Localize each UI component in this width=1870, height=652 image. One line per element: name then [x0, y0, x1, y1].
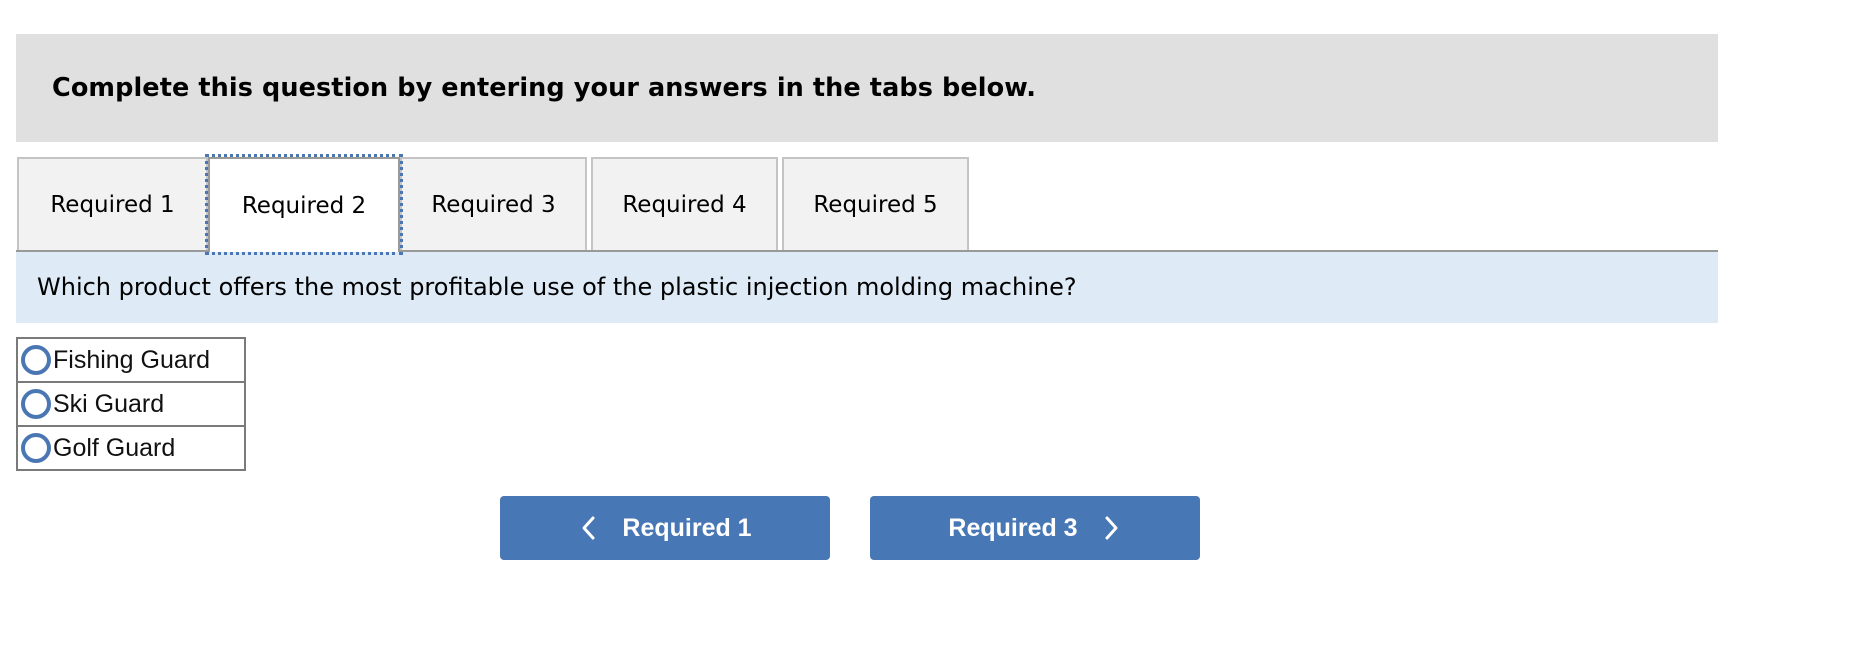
option-label: Ski Guard: [53, 389, 165, 418]
option-label: Fishing Guard: [53, 345, 211, 374]
option-label: Golf Guard: [53, 433, 176, 462]
instruction-text: Complete this question by entering your …: [52, 73, 1037, 103]
question-text: Which product offers the most profitable…: [37, 273, 1077, 301]
tab-bar: Required 1 Required 2 Required 3 Require…: [16, 154, 1718, 255]
next-button-label: Required 3: [948, 513, 1078, 542]
option-row: Golf Guard: [16, 425, 246, 471]
prev-button-label: Required 1: [622, 513, 752, 542]
tab-required-3[interactable]: Required 3: [400, 157, 587, 250]
option-row: Fishing Guard: [16, 337, 246, 383]
option-row: Ski Guard: [16, 381, 246, 427]
answer-options: Fishing Guard Ski Guard Golf Guard: [16, 337, 246, 471]
tab-label: Required 2: [241, 192, 367, 219]
tab-label: Required 1: [50, 191, 175, 218]
chevron-left-icon: [578, 515, 600, 541]
tab-required-1[interactable]: Required 1: [17, 157, 208, 250]
option-ski-guard[interactable]: Ski Guard: [18, 383, 244, 425]
radio-button[interactable]: [21, 433, 51, 463]
tab-required-2[interactable]: Required 2: [205, 154, 403, 255]
option-golf-guard[interactable]: Golf Guard: [18, 427, 244, 469]
tab-label: Required 4: [622, 191, 747, 218]
option-fishing-guard[interactable]: Fishing Guard: [18, 339, 244, 381]
tab-required-4[interactable]: Required 4: [591, 157, 778, 250]
prev-button[interactable]: Required 1: [500, 496, 830, 560]
tab-label: Required 3: [431, 191, 556, 218]
tab-label: Required 5: [813, 191, 938, 218]
chevron-right-icon: [1100, 515, 1122, 541]
tab-required-5[interactable]: Required 5: [782, 157, 969, 250]
question-band: Which product offers the most profitable…: [16, 252, 1718, 323]
radio-button[interactable]: [21, 389, 51, 419]
next-button[interactable]: Required 3: [870, 496, 1200, 560]
instruction-panel: Complete this question by entering your …: [16, 34, 1718, 142]
radio-button[interactable]: [21, 345, 51, 375]
